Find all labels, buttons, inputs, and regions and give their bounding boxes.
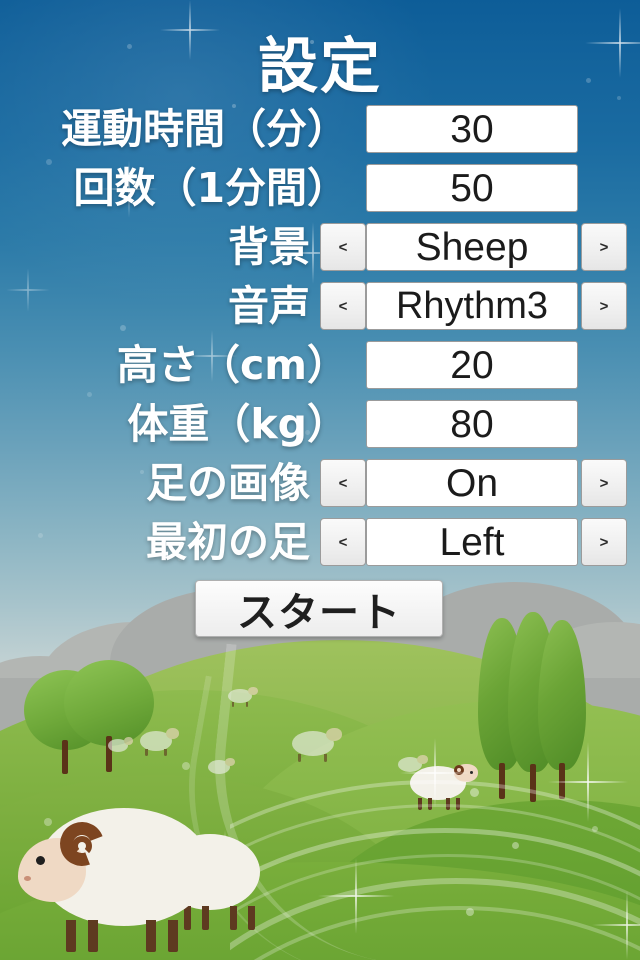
form-row-height: 高さ（cm） 20 bbox=[0, 341, 640, 391]
input-exercise-time[interactable]: 30 bbox=[366, 105, 578, 153]
input-first-foot[interactable]: Left bbox=[366, 518, 578, 566]
label-background: 背景 bbox=[228, 223, 310, 271]
foot-image-next-button[interactable]: > bbox=[581, 459, 627, 507]
input-foot-image[interactable]: On bbox=[366, 459, 578, 507]
foot-image-prev-button[interactable]: < bbox=[320, 459, 366, 507]
label-foot-image: 足の画像 bbox=[146, 459, 310, 507]
sound-next-button[interactable]: > bbox=[581, 282, 627, 330]
form-row-background: 背景 < Sheep > bbox=[0, 223, 640, 273]
start-button[interactable]: スタート bbox=[195, 580, 443, 637]
input-height[interactable]: 20 bbox=[366, 341, 578, 389]
page-title: 設定 bbox=[258, 32, 382, 102]
first-foot-next-button[interactable]: > bbox=[581, 518, 627, 566]
input-reps-per-minute[interactable]: 50 bbox=[366, 164, 578, 212]
label-weight: 体重（kg） bbox=[127, 400, 348, 448]
form-row-reps-per-minute: 回数（1分間） 50 bbox=[0, 164, 640, 214]
label-reps-per-minute: 回数（1分間） bbox=[73, 164, 348, 212]
form-row-sound: 音声 < Rhythm3 > bbox=[0, 282, 640, 332]
input-weight[interactable]: 80 bbox=[366, 400, 578, 448]
settings-screen: 設定 運動時間（分） 30 回数（1分間） 50 背景 < Sheep > 音声… bbox=[0, 0, 640, 960]
app-root: 設定 運動時間（分） 30 回数（1分間） 50 背景 < Sheep > 音声… bbox=[0, 0, 640, 960]
input-background[interactable]: Sheep bbox=[366, 223, 578, 271]
label-exercise-time: 運動時間（分） bbox=[61, 105, 348, 153]
form-row-foot-image: 足の画像 < On > bbox=[0, 459, 640, 509]
input-sound[interactable]: Rhythm3 bbox=[366, 282, 578, 330]
label-first-foot: 最初の足 bbox=[146, 518, 310, 566]
background-prev-button[interactable]: < bbox=[320, 223, 366, 271]
background-next-button[interactable]: > bbox=[581, 223, 627, 271]
form-row-exercise-time: 運動時間（分） 30 bbox=[0, 105, 640, 155]
first-foot-prev-button[interactable]: < bbox=[320, 518, 366, 566]
label-sound: 音声 bbox=[228, 282, 310, 330]
sound-prev-button[interactable]: < bbox=[320, 282, 366, 330]
form-row-first-foot: 最初の足 < Left > bbox=[0, 518, 640, 568]
form-row-weight: 体重（kg） 80 bbox=[0, 400, 640, 450]
label-height: 高さ（cm） bbox=[116, 341, 348, 389]
